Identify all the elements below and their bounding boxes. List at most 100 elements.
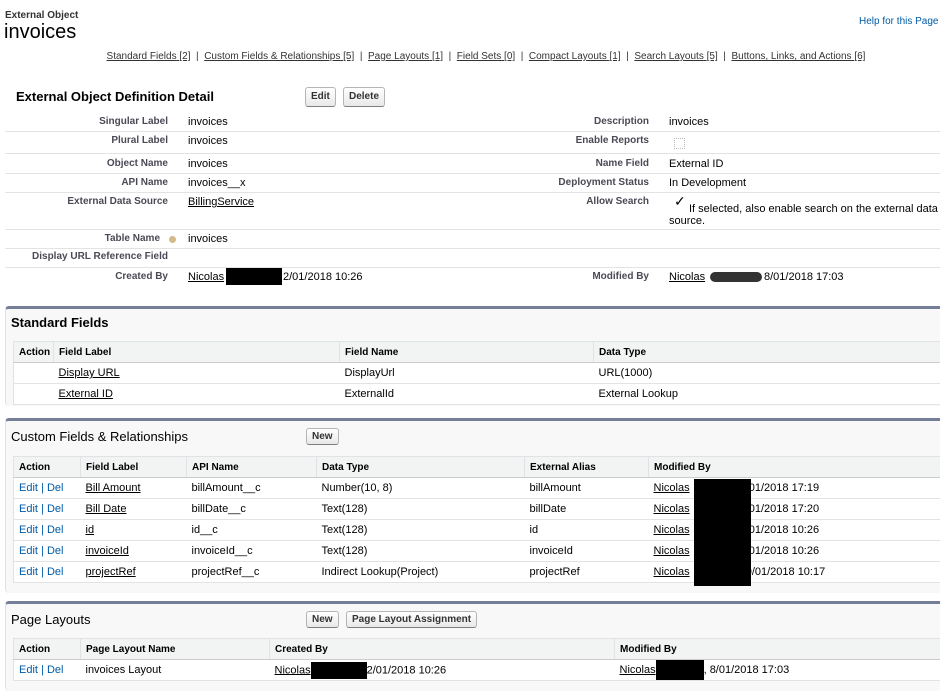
modified-by-link[interactable]: Nicolas — [654, 545, 690, 557]
label: Table Name — [0, 233, 160, 244]
modified-date: 8/01/2018 17:20 — [740, 503, 820, 515]
created-date: 2/01/2018 10:26 — [283, 271, 363, 283]
table-row: Edit | Del invoices Layout Nicolas2/01/2… — [14, 660, 940, 681]
api-name: billDate__c — [187, 499, 317, 520]
label: Plural Label — [0, 135, 168, 146]
data-type: Text(128) — [317, 499, 525, 520]
column-header: Data Type — [317, 457, 525, 478]
table-row: External IDExternalIdExternal Lookup — [14, 384, 940, 405]
api-name: invoiceId__c — [187, 541, 317, 562]
data-type: Text(128) — [317, 541, 525, 562]
standard-fields-table: ActionField LabelField NameData Type Dis… — [13, 341, 940, 405]
label: API Name — [0, 177, 168, 188]
nav-link[interactable]: Field Sets [0] — [457, 51, 515, 62]
column-header: External Alias — [525, 457, 649, 478]
field-label-link[interactable]: invoiceId — [86, 545, 129, 557]
api-name: billAmount__c — [187, 478, 317, 499]
nav-link[interactable]: Standard Fields [2] — [107, 51, 191, 62]
help-icon[interactable] — [169, 236, 176, 243]
name-field-value: External ID — [669, 158, 723, 170]
field-label-link[interactable]: projectRef — [86, 566, 136, 578]
nav-separator: | — [718, 51, 732, 62]
detail-title: External Object Definition Detail — [16, 89, 214, 104]
label: Deployment Status — [479, 177, 649, 188]
new-custom-field-button[interactable]: New — [306, 428, 339, 445]
label: Name Field — [479, 158, 649, 169]
custom-fields-section: Custom Fields & Relationships New Action… — [5, 418, 940, 593]
edit-link[interactable]: Edit — [19, 482, 38, 494]
edit-button[interactable]: Edit — [305, 87, 336, 107]
help-link[interactable]: Help for this Page — [859, 16, 939, 27]
nav-link[interactable]: Search Layouts [5] — [634, 51, 717, 62]
modified-by-link[interactable]: Nicolas — [654, 482, 690, 494]
redaction — [710, 272, 762, 282]
nav-link[interactable]: Custom Fields & Relationships [5] — [204, 51, 354, 62]
edit-link[interactable]: Edit — [19, 545, 38, 557]
modified-by-link[interactable]: Nicolas — [620, 664, 656, 676]
object-name-value: invoices — [188, 158, 228, 170]
table-row: Edit | Del Bill Amount billAmount__c Num… — [14, 478, 940, 499]
data-type: Indirect Lookup(Project) — [317, 562, 525, 583]
page-layouts-table: ActionPage Layout NameCreated ByModified… — [13, 638, 940, 681]
label: Description — [479, 116, 649, 127]
modified-by-link[interactable]: Nicolas — [654, 566, 690, 578]
edit-link[interactable]: Edit — [19, 524, 38, 536]
nav-link[interactable]: Buttons, Links, and Actions [6] — [731, 51, 865, 62]
table-row: Edit | Del projectRef projectRef__c Indi… — [14, 562, 940, 583]
external-data-source-link[interactable]: BillingService — [188, 196, 254, 208]
created-by-user-link[interactable]: Nicolas — [188, 271, 224, 283]
created-date: 2/01/2018 10:26 — [367, 664, 447, 676]
page-layout-assignment-button[interactable]: Page Layout Assignment — [346, 611, 477, 628]
modified-date: , 8/01/2018 17:03 — [704, 664, 790, 676]
modified-by-link[interactable]: Nicolas — [654, 524, 690, 536]
column-header: Field Label — [81, 457, 187, 478]
column-header: Field Name — [340, 342, 594, 363]
table-row: Edit | Del invoiceId invoiceId__c Text(1… — [14, 541, 940, 562]
del-link[interactable]: Del — [47, 566, 64, 578]
label: Object Name — [0, 158, 168, 169]
description-value: invoices — [669, 116, 709, 128]
table-row: Display URLDisplayUrlURL(1000) — [14, 363, 940, 384]
new-page-layout-button[interactable]: New — [306, 611, 339, 628]
column-header: Created By — [270, 639, 615, 660]
object-type: External Object — [5, 10, 78, 21]
api-name-value: invoices__x — [188, 177, 245, 189]
field-label-link[interactable]: Bill Amount — [86, 482, 141, 494]
section-title: Standard Fields — [11, 315, 109, 330]
related-list-nav: Standard Fields [2] | Custom Fields & Re… — [0, 51, 940, 62]
del-link[interactable]: Del — [47, 482, 64, 494]
modified-date: 2/01/2018 10:26 — [740, 545, 820, 557]
external-alias: billDate — [525, 499, 649, 520]
field-label-link[interactable]: id — [86, 524, 95, 536]
field-label-link[interactable]: External ID — [59, 388, 113, 400]
label: Modified By — [479, 271, 649, 282]
page-layouts-section: Page Layouts New Page Layout Assignment … — [5, 601, 940, 691]
edit-link[interactable]: Edit — [19, 664, 38, 676]
edit-link[interactable]: Edit — [19, 503, 38, 515]
custom-fields-table: ActionField LabelAPI NameData TypeExtern… — [13, 456, 940, 583]
data-type: External Lookup — [594, 384, 940, 405]
field-label-link[interactable]: Display URL — [59, 367, 120, 379]
edit-link[interactable]: Edit — [19, 566, 38, 578]
modified-by-link[interactable]: Nicolas — [654, 503, 690, 515]
del-link[interactable]: Del — [47, 503, 64, 515]
del-link[interactable]: Del — [47, 664, 64, 676]
modified-date: 2/01/2018 10:26 — [740, 524, 820, 536]
nav-link[interactable]: Compact Layouts [1] — [529, 51, 621, 62]
enable-reports-checkbox — [674, 138, 685, 149]
column-header: Page Layout Name — [81, 639, 270, 660]
column-header: Data Type — [594, 342, 940, 363]
created-by-link[interactable]: Nicolas — [275, 664, 311, 676]
delete-button[interactable]: Delete — [343, 87, 385, 107]
external-alias: id — [525, 520, 649, 541]
label: Singular Label — [0, 116, 168, 127]
deployment-status-value: In Development — [669, 177, 746, 189]
nav-separator: | — [443, 51, 457, 62]
nav-link[interactable]: Page Layouts [1] — [368, 51, 443, 62]
modified-by-user-link[interactable]: Nicolas — [669, 271, 705, 283]
label: Created By — [0, 271, 168, 282]
field-label-link[interactable]: Bill Date — [86, 503, 127, 515]
del-link[interactable]: Del — [47, 524, 64, 536]
del-link[interactable]: Del — [47, 545, 64, 557]
external-alias: billAmount — [525, 478, 649, 499]
